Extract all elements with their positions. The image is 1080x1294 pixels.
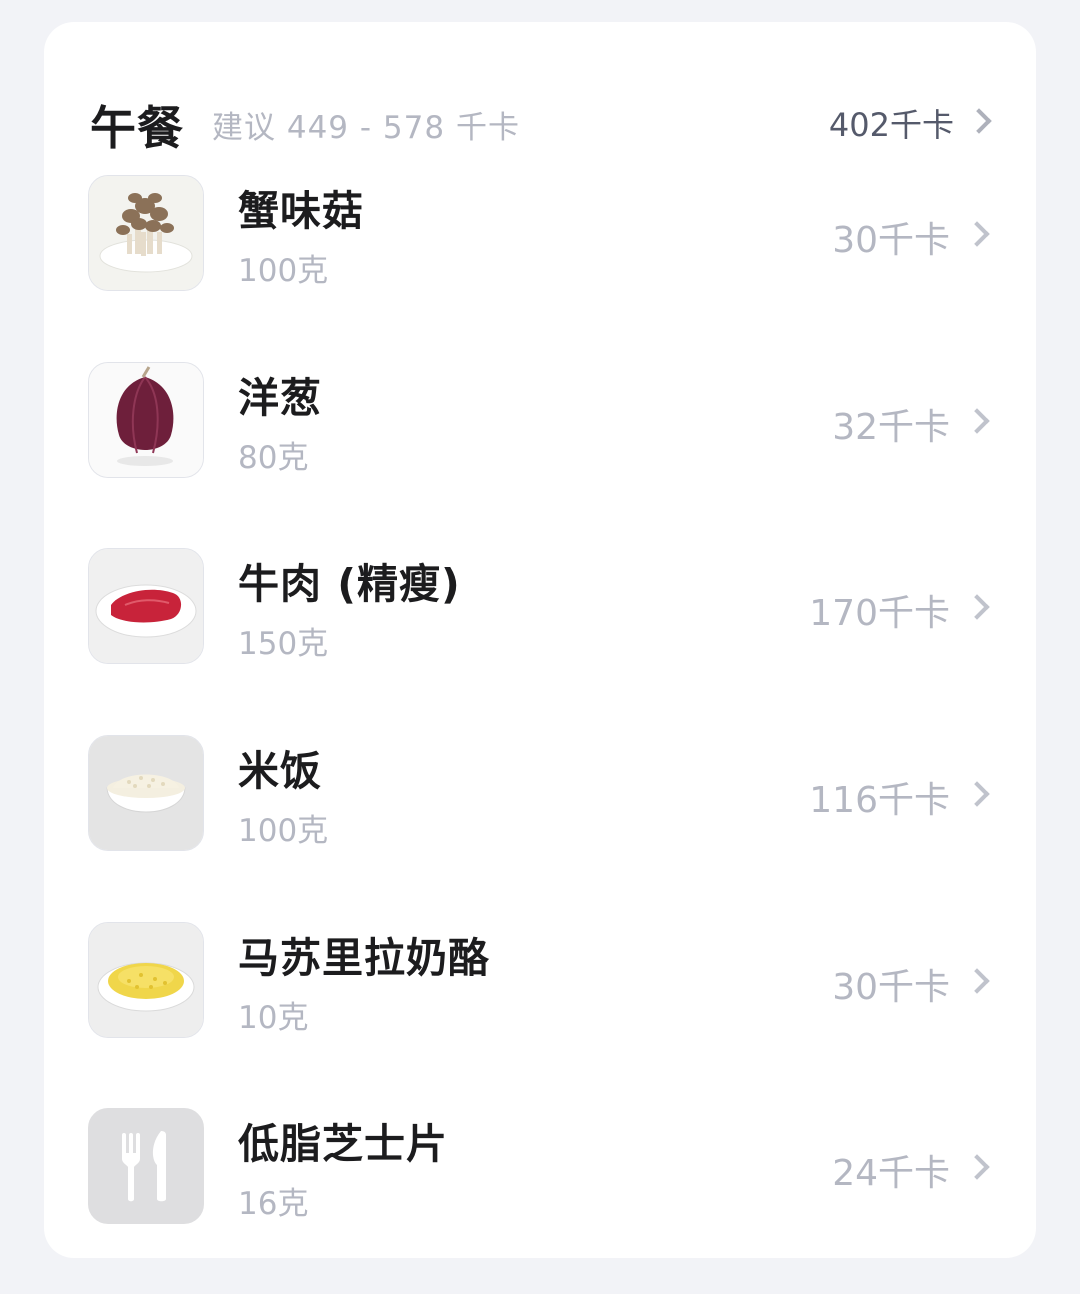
- food-amount: 16克: [238, 1186, 309, 1222]
- food-row[interactable]: 蟹味菇 100克 30千卡: [44, 175, 1036, 361]
- food-amount: 100克: [238, 813, 329, 849]
- food-amount: 100克: [238, 253, 329, 289]
- meal-card: 午餐 建议 449 - 578 千卡 402千卡 蟹味菇 100克 30千卡 洋…: [44, 22, 1036, 1258]
- onion-icon: [88, 362, 204, 478]
- food-amount: 80克: [238, 440, 309, 476]
- beef-icon: [88, 548, 204, 664]
- food-name: 洋葱: [238, 374, 322, 422]
- food-kcal: 30千卡: [832, 967, 950, 1008]
- food-name: 低脂芝士片: [238, 1120, 448, 1168]
- meal-header[interactable]: 午餐 建议 449 - 578 千卡 402千卡: [44, 74, 1036, 166]
- chevron-right-icon: [964, 594, 990, 620]
- chevron-right-icon: [964, 1154, 990, 1180]
- food-kcal: 24千卡: [832, 1153, 950, 1194]
- food-amount: 10克: [238, 1000, 309, 1036]
- food-row[interactable]: 低脂芝士片 16克 24千卡: [44, 1108, 1036, 1294]
- food-row[interactable]: 马苏里拉奶酪 10克 30千卡: [44, 922, 1036, 1108]
- chevron-right-icon: [966, 108, 992, 134]
- food-name: 米饭: [238, 747, 322, 795]
- food-row[interactable]: 牛肉 (精瘦) 150克 170千卡: [44, 548, 1036, 734]
- food-kcal: 30千卡: [832, 220, 950, 261]
- food-name: 牛肉 (精瘦): [238, 560, 461, 608]
- chevron-right-icon: [964, 781, 990, 807]
- fork-knife-icon: [88, 1108, 204, 1224]
- food-row[interactable]: 洋葱 80克 32千卡: [44, 362, 1036, 548]
- meal-suggestion: 建议 449 - 578 千卡: [212, 110, 520, 146]
- meal-total-kcal: 402千卡: [828, 106, 954, 144]
- food-row[interactable]: 米饭 100克 116千卡: [44, 735, 1036, 921]
- mushroom-icon: [88, 175, 204, 291]
- meal-title: 午餐: [90, 101, 184, 155]
- food-kcal: 116千卡: [809, 780, 950, 821]
- chevron-right-icon: [964, 408, 990, 434]
- rice-icon: [88, 735, 204, 851]
- cheese-icon: [88, 922, 204, 1038]
- food-amount: 150克: [238, 626, 329, 662]
- chevron-right-icon: [964, 221, 990, 247]
- chevron-right-icon: [964, 968, 990, 994]
- food-name: 蟹味菇: [238, 187, 364, 235]
- food-kcal: 170千卡: [809, 593, 950, 634]
- food-kcal: 32千卡: [832, 407, 950, 448]
- food-name: 马苏里拉奶酪: [238, 934, 490, 982]
